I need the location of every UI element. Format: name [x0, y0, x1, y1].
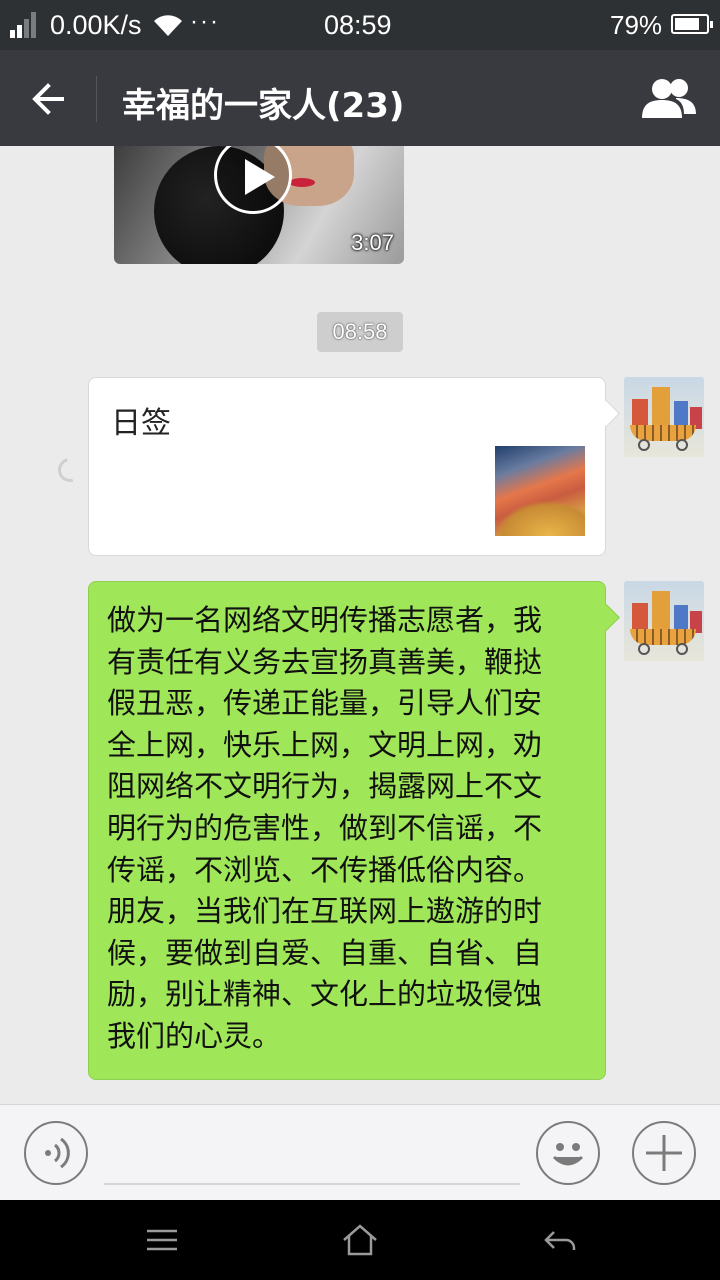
menu-icon[interactable] — [142, 1220, 182, 1260]
avatar[interactable] — [624, 377, 704, 457]
voice-input-icon[interactable] — [24, 1121, 88, 1185]
video-duration: 3:07 — [351, 230, 394, 255]
sending-spinner-icon — [53, 453, 87, 487]
smiley-face-icon — [552, 1143, 584, 1166]
chat-header: 幸福的一家人(23) — [0, 50, 720, 146]
back-icon[interactable] — [540, 1220, 580, 1260]
link-card-title: 日签 — [111, 406, 171, 441]
link-card-thumbnail — [495, 446, 585, 536]
clock: 08:59 — [324, 10, 392, 40]
group-members-icon[interactable] — [640, 76, 700, 122]
message-input[interactable] — [104, 1183, 520, 1185]
voice-waves-icon — [45, 1137, 70, 1169]
more-status-icon: ··· — [190, 8, 220, 35]
home-icon[interactable] — [340, 1220, 380, 1260]
avatar[interactable] — [624, 581, 704, 661]
system-nav-bar — [0, 1200, 720, 1280]
arrow-left-icon[interactable] — [22, 72, 76, 126]
text-message-content: 做为一名网络文明传播志愿者，我 有责任有义务去宣扬真善美，鞭挞 假丑恶，传递正能… — [107, 603, 543, 1053]
link-card-message[interactable]: 日签 — [88, 377, 606, 556]
plus-sign-icon — [646, 1135, 682, 1171]
message-timestamp: 08:58 — [317, 312, 403, 352]
battery-icon — [671, 14, 713, 34]
battery-percent: 79% — [610, 10, 663, 40]
battery-fill — [675, 18, 699, 30]
chat-title: 幸福的一家人(23) — [122, 86, 405, 126]
signal-icon — [10, 12, 42, 38]
video-message[interactable]: 3:07 — [114, 146, 404, 264]
status-bar: 0.00K/s ··· 08:59 79% — [0, 0, 720, 50]
plus-icon[interactable] — [632, 1121, 696, 1185]
video-thumbnail-lips — [289, 178, 315, 187]
wifi-icon — [154, 15, 182, 36]
network-speed: 0.00K/s — [50, 10, 142, 40]
chat-messages[interactable]: 3:07 08:58 日签 做为一名网络文明传播志愿者，我 有责任有义务去宣扬真… — [0, 146, 720, 1104]
header-divider — [96, 76, 97, 122]
emoji-icon[interactable] — [536, 1121, 600, 1185]
input-bar — [0, 1104, 720, 1200]
text-message-bubble[interactable]: 做为一名网络文明传播志愿者，我 有责任有义务去宣扬真善美，鞭挞 假丑恶，传递正能… — [88, 581, 606, 1080]
